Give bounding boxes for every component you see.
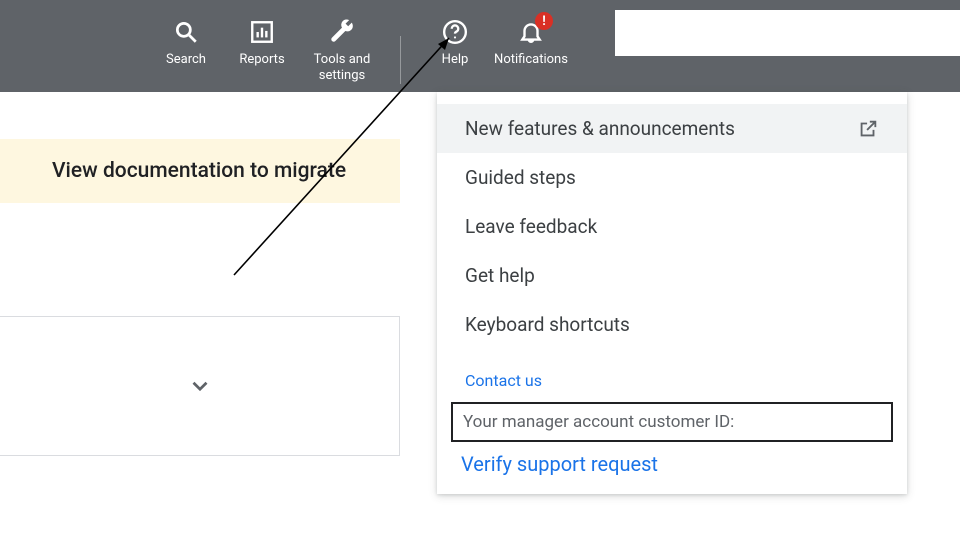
nav-search[interactable]: Search: [148, 18, 224, 68]
customer-id-box: Your manager account customer ID:: [451, 402, 893, 442]
nav-notif-label: Notifications: [494, 52, 568, 68]
nav-items: Search Reports Tools and settings: [148, 0, 569, 84]
reports-icon: [248, 18, 276, 46]
contact-us-header: Contact us: [437, 349, 907, 396]
verify-support-link[interactable]: Verify support request: [437, 442, 907, 476]
nav-tools-label: Tools and settings: [300, 52, 384, 83]
search-icon: [172, 18, 200, 46]
migration-banner[interactable]: View documentation to migrate: [0, 139, 400, 203]
customer-id-label: Your manager account customer ID:: [463, 412, 734, 432]
nav-notifications[interactable]: ! Notifications: [493, 18, 569, 68]
help-item-get-help[interactable]: Get help: [437, 251, 907, 300]
help-item-label: Keyboard shortcuts: [465, 313, 630, 336]
help-item-label: Leave feedback: [465, 215, 597, 238]
notification-badge: !: [535, 12, 553, 30]
help-item-label: Get help: [465, 264, 535, 287]
help-icon: [441, 18, 469, 46]
help-item-guided-steps[interactable]: Guided steps: [437, 153, 907, 202]
nav-reports-label: Reports: [239, 52, 284, 68]
bell-icon: !: [517, 18, 545, 46]
help-panel: New features & announcements Guided step…: [437, 92, 907, 494]
nav-help[interactable]: Help: [417, 18, 493, 68]
nav-divider: [400, 36, 401, 84]
nav-search-label: Search: [166, 52, 206, 68]
top-nav: Search Reports Tools and settings: [0, 0, 960, 92]
banner-text: View documentation to migrate: [52, 159, 346, 183]
nav-reports[interactable]: Reports: [224, 18, 300, 68]
nav-tools[interactable]: Tools and settings: [300, 18, 384, 83]
help-item-label: Guided steps: [465, 166, 576, 189]
account-chip[interactable]: [615, 10, 960, 56]
external-link-icon: [857, 118, 879, 140]
nav-help-label: Help: [442, 52, 469, 68]
help-item-new-features[interactable]: New features & announcements: [437, 104, 907, 153]
help-item-label: New features & announcements: [465, 117, 735, 140]
chevron-down-icon: [187, 373, 213, 399]
help-item-leave-feedback[interactable]: Leave feedback: [437, 202, 907, 251]
expand-card[interactable]: [0, 316, 400, 456]
help-item-keyboard-shortcuts[interactable]: Keyboard shortcuts: [437, 300, 907, 349]
wrench-icon: [328, 18, 356, 46]
